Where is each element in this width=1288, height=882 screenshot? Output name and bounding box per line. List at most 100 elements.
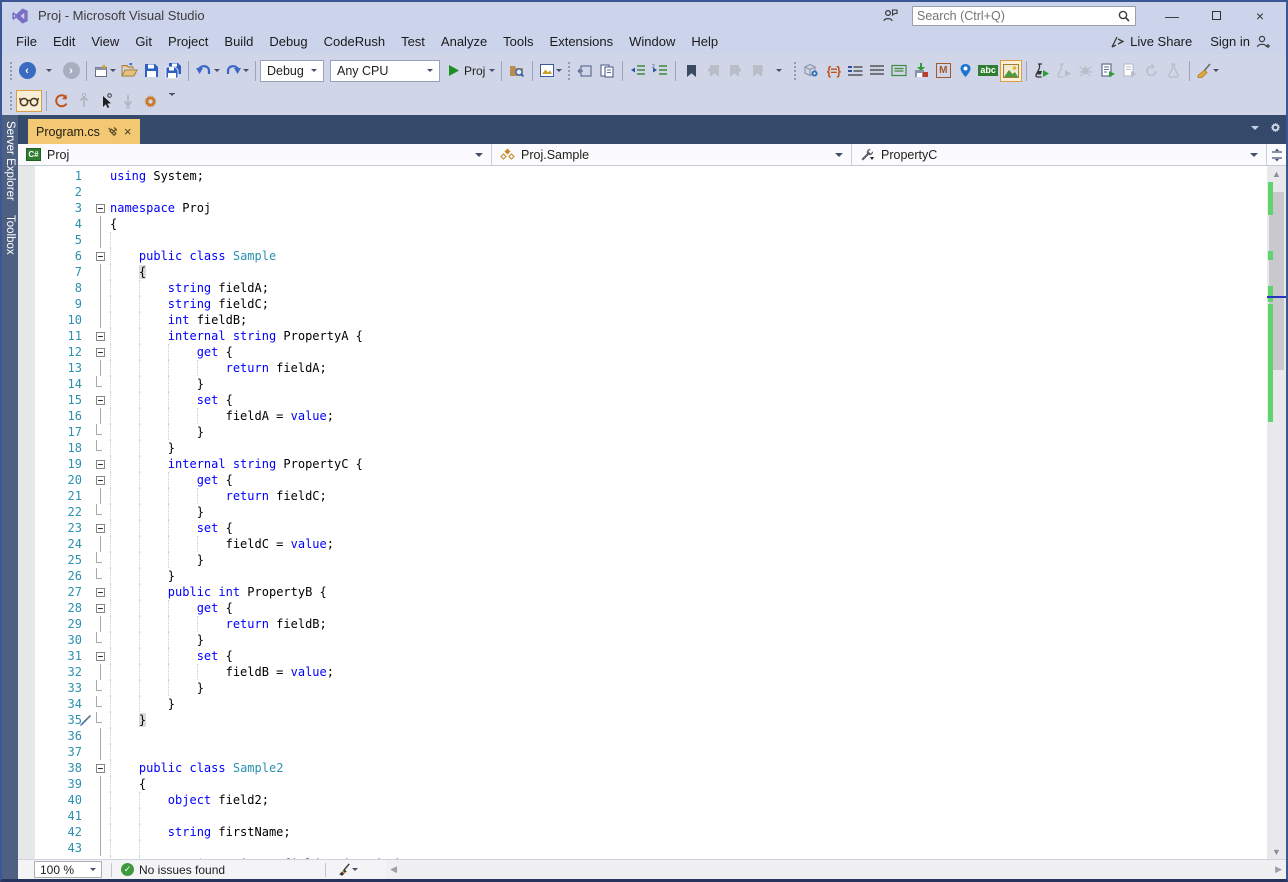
code-text[interactable]: int fieldB; xyxy=(110,312,1267,328)
code-text[interactable]: #region Private field and methods xyxy=(110,856,1267,859)
navigate-backward-doc-button[interactable] xyxy=(574,59,596,83)
close-button[interactable]: × xyxy=(1238,5,1282,27)
fold-toggle[interactable] xyxy=(90,392,110,408)
menu-item-extensions[interactable]: Extensions xyxy=(542,31,622,52)
code-text[interactable] xyxy=(110,232,1267,248)
menu-item-debug[interactable]: Debug xyxy=(261,31,315,52)
code-text[interactable]: } xyxy=(110,568,1267,584)
run-all-tests-button[interactable] xyxy=(1097,59,1119,83)
profile-tests-button[interactable] xyxy=(1075,59,1097,83)
code-text[interactable] xyxy=(110,744,1267,760)
breakpoint-margin[interactable] xyxy=(18,166,35,859)
scroll-left-arrow[interactable]: ◀ xyxy=(386,864,401,875)
tab-well-options-gear-icon[interactable] xyxy=(1269,121,1282,134)
code-text[interactable]: string firstName; xyxy=(110,824,1267,840)
code-text[interactable]: } xyxy=(110,632,1267,648)
search-input[interactable] xyxy=(917,8,1117,23)
navigate-back-button[interactable]: ‹ xyxy=(16,59,38,83)
fold-toggle[interactable] xyxy=(90,584,110,600)
markdown-button[interactable]: M xyxy=(932,59,954,83)
code-cleanup-button[interactable] xyxy=(1194,59,1221,83)
code-text[interactable]: { xyxy=(110,264,1267,280)
pin-icon[interactable] xyxy=(107,126,117,137)
code-text[interactable]: return fieldC; xyxy=(110,488,1267,504)
increase-indent-button[interactable]: 2 xyxy=(649,59,671,83)
scroll-up-arrow[interactable]: ▲ xyxy=(1267,166,1286,181)
previous-bookmark-button[interactable] xyxy=(702,59,724,83)
code-text[interactable]: { xyxy=(110,216,1267,232)
decrease-indent-button[interactable] xyxy=(627,59,649,83)
code-area[interactable]: 1 using System; 2 3 namespace Proj 4{5 6 public… xyxy=(35,166,1267,859)
menu-item-view[interactable]: View xyxy=(83,31,127,52)
refactor-button[interactable] xyxy=(51,89,73,113)
coderush-visualize-toggle[interactable] xyxy=(16,90,42,112)
vertical-scrollbar[interactable]: ▲ ▼ xyxy=(1267,166,1286,859)
menu-item-help[interactable]: Help xyxy=(683,31,726,52)
fold-toggle[interactable] xyxy=(90,456,110,472)
toggle-bookmark-button[interactable] xyxy=(680,59,702,83)
fold-toggle[interactable] xyxy=(90,856,110,859)
toolbar-drag-handle[interactable] xyxy=(9,60,13,81)
format-document-button[interactable]: {=} xyxy=(822,59,844,83)
code-text[interactable]: internal string PropertyA { xyxy=(110,328,1267,344)
scroll-right-arrow[interactable]: ▶ xyxy=(1271,864,1286,875)
menu-item-tools[interactable]: Tools xyxy=(495,31,541,52)
menu-item-edit[interactable]: Edit xyxy=(45,31,83,52)
project-dropdown[interactable]: C# Proj xyxy=(18,144,492,165)
open-file-button[interactable] xyxy=(118,59,140,83)
horizontal-scrollbar[interactable]: ◀ ▶ xyxy=(386,860,1286,879)
undo-button[interactable] xyxy=(193,59,222,83)
fold-toggle[interactable] xyxy=(90,248,110,264)
code-text[interactable]: { xyxy=(110,776,1267,792)
split-window-handle[interactable] xyxy=(1266,144,1286,165)
next-bookmark-button[interactable] xyxy=(724,59,746,83)
navigate-forward-button[interactable]: › xyxy=(60,59,82,83)
menu-item-test[interactable]: Test xyxy=(393,31,433,52)
member-dropdown[interactable]: PropertyC xyxy=(852,144,1266,165)
code-text[interactable]: string fieldC; xyxy=(110,296,1267,312)
fold-toggle[interactable] xyxy=(90,520,110,536)
coderush-options-button[interactable] xyxy=(139,89,161,113)
test-options-button[interactable] xyxy=(1163,59,1185,83)
find-in-files-button[interactable] xyxy=(506,59,528,83)
fold-toggle[interactable] xyxy=(90,600,110,616)
menu-item-coderush[interactable]: CodeRush xyxy=(316,31,393,52)
code-text[interactable] xyxy=(110,840,1267,856)
solution-configuration-combo[interactable]: Debug xyxy=(260,59,324,82)
health-status-label[interactable]: No issues found xyxy=(139,863,225,877)
rich-comments-toggle[interactable] xyxy=(999,59,1022,82)
code-text[interactable]: } xyxy=(110,696,1267,712)
code-text[interactable]: public class Sample2 xyxy=(110,760,1267,776)
code-text[interactable]: namespace Proj xyxy=(110,200,1267,216)
code-text[interactable]: using System; xyxy=(110,168,1267,184)
toolbar-drag-handle[interactable] xyxy=(9,91,13,111)
feedback-icon[interactable] xyxy=(882,8,898,24)
solution-platform-combo[interactable]: Any CPU xyxy=(330,59,440,82)
redo-button[interactable] xyxy=(222,59,251,83)
menu-item-git[interactable]: Git xyxy=(127,31,160,52)
code-text[interactable]: } xyxy=(110,552,1267,568)
menu-item-project[interactable]: Project xyxy=(160,31,216,52)
sign-in-button[interactable]: Sign in xyxy=(1210,34,1272,49)
code-text[interactable]: } xyxy=(110,424,1267,440)
code-text[interactable]: } xyxy=(110,712,1267,728)
move-down-button[interactable] xyxy=(117,89,139,113)
move-up-button[interactable] xyxy=(73,89,95,113)
toolbar-overflow-button[interactable] xyxy=(161,89,183,113)
toolbox-tab[interactable]: Toolbox xyxy=(4,215,16,255)
tab-program-cs[interactable]: Program.cs × xyxy=(28,119,140,144)
start-debugging-button[interactable]: Proj xyxy=(446,59,497,83)
navigate-back-dropdown[interactable] xyxy=(38,59,60,83)
live-share-button[interactable]: Live Share xyxy=(1110,34,1192,49)
fold-toggle[interactable] xyxy=(90,648,110,664)
code-text[interactable]: } xyxy=(110,440,1267,456)
fold-toggle[interactable] xyxy=(90,344,110,360)
code-text[interactable]: get { xyxy=(110,344,1267,360)
scroll-down-arrow[interactable]: ▼ xyxy=(1267,844,1286,859)
bookmarks-dropdown[interactable] xyxy=(768,59,790,83)
menu-item-analyze[interactable]: Analyze xyxy=(433,31,495,52)
server-explorer-tab[interactable]: Server Explorer xyxy=(4,121,16,201)
repeat-last-run-button[interactable] xyxy=(1119,59,1141,83)
fold-toggle[interactable] xyxy=(90,200,110,216)
code-editor[interactable]: 1 using System; 2 3 namespace Proj 4{5 6 public… xyxy=(18,166,1286,859)
